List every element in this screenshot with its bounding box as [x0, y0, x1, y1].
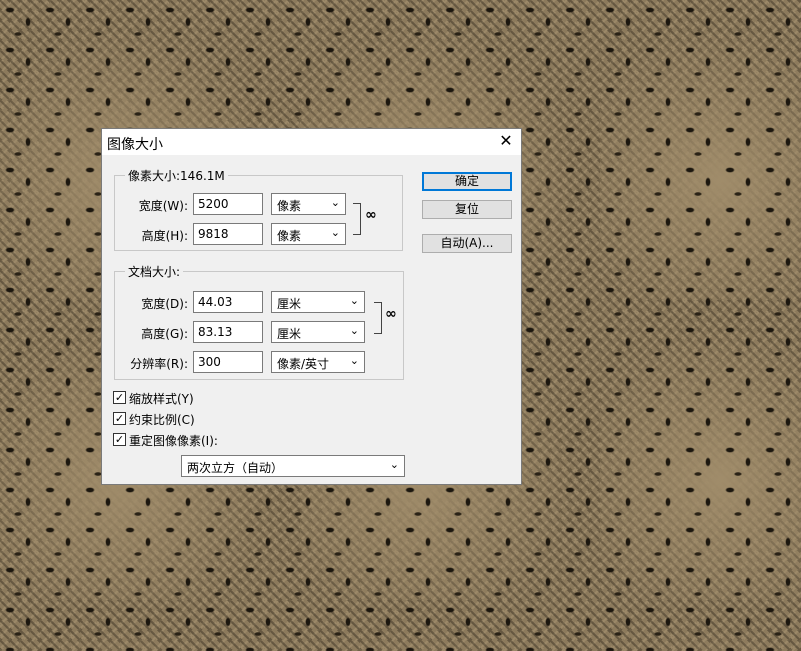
doc-height-unit-value: 厘米 — [277, 327, 302, 341]
checkmark-icon[interactable]: ✓ — [113, 433, 126, 446]
dialog-title: 图像大小 — [107, 137, 163, 153]
resolution-unit-select[interactable]: 像素/英寸 ⌄ — [271, 351, 365, 373]
chain-link-icon: ∞ — [385, 306, 397, 322]
auto-button[interactable]: 自动(A)... — [422, 234, 512, 253]
doc-height-input[interactable] — [193, 321, 263, 343]
doc-width-row: 宽度(D): 厘米 ⌄ — [102, 291, 402, 313]
pixel-width-unit-value: 像素 — [277, 199, 302, 213]
chevron-down-icon: ⌄ — [349, 294, 359, 307]
chevron-down-icon: ⌄ — [389, 458, 399, 471]
document-size-legend: 文档大小: — [128, 265, 181, 279]
doc-width-unit-value: 厘米 — [277, 297, 302, 311]
doc-width-unit-select[interactable]: 厘米 ⌄ — [271, 291, 365, 313]
resolution-unit-value: 像素/英寸 — [277, 357, 330, 371]
chevron-down-icon: ⌄ — [330, 196, 340, 209]
pixel-width-input[interactable] — [193, 193, 263, 215]
pixel-width-label: 宽度(W): — [138, 199, 188, 213]
close-icon[interactable]: ✕ — [497, 132, 515, 150]
doc-height-label: 高度(G): — [141, 327, 188, 341]
checkmark-icon[interactable]: ✓ — [113, 412, 126, 425]
doc-link-bracket — [374, 302, 382, 334]
pixel-height-unit-select[interactable]: 像素 ⌄ — [271, 223, 346, 245]
resolution-input[interactable] — [193, 351, 263, 373]
chevron-down-icon: ⌄ — [349, 324, 359, 337]
resample-method-select[interactable]: 两次立方（自动） ⌄ — [181, 455, 405, 477]
checkmark-icon[interactable]: ✓ — [113, 391, 126, 404]
resolution-row: 分辨率(R): 像素/英寸 ⌄ — [102, 351, 402, 373]
resample-method-value: 两次立方（自动） — [187, 461, 284, 475]
chevron-down-icon: ⌄ — [349, 354, 359, 367]
doc-width-input[interactable] — [193, 291, 263, 313]
chain-link-icon: ∞ — [365, 207, 377, 223]
doc-height-unit-select[interactable]: 厘米 ⌄ — [271, 321, 365, 343]
pixel-width-unit-select[interactable]: 像素 ⌄ — [271, 193, 346, 215]
doc-height-row: 高度(G): 厘米 ⌄ — [102, 321, 402, 343]
image-size-dialog: 图像大小 ✕ 像素大小:146.1M 宽度(W): 像素 ⌄ 高度(H): 像素… — [101, 128, 522, 485]
pixel-height-input[interactable] — [193, 223, 263, 245]
chevron-down-icon: ⌄ — [330, 226, 340, 239]
pixel-dimensions-legend: 像素大小:146.1M — [128, 169, 225, 183]
pixel-height-label: 高度(H): — [141, 229, 188, 243]
doc-width-label: 宽度(D): — [141, 297, 188, 311]
resolution-label: 分辨率(R): — [130, 357, 188, 371]
constrain-proportions-label: 约束比例(C) — [129, 413, 195, 427]
scale-styles-label: 缩放样式(Y) — [129, 392, 194, 406]
pixel-link-bracket — [353, 203, 361, 235]
reset-button[interactable]: 复位 — [422, 200, 512, 219]
resample-image-label: 重定图像像素(I): — [129, 434, 218, 448]
ok-button[interactable]: 确定 — [422, 172, 512, 191]
pixel-height-unit-value: 像素 — [277, 229, 302, 243]
title-bar[interactable]: 图像大小 ✕ — [102, 129, 521, 155]
